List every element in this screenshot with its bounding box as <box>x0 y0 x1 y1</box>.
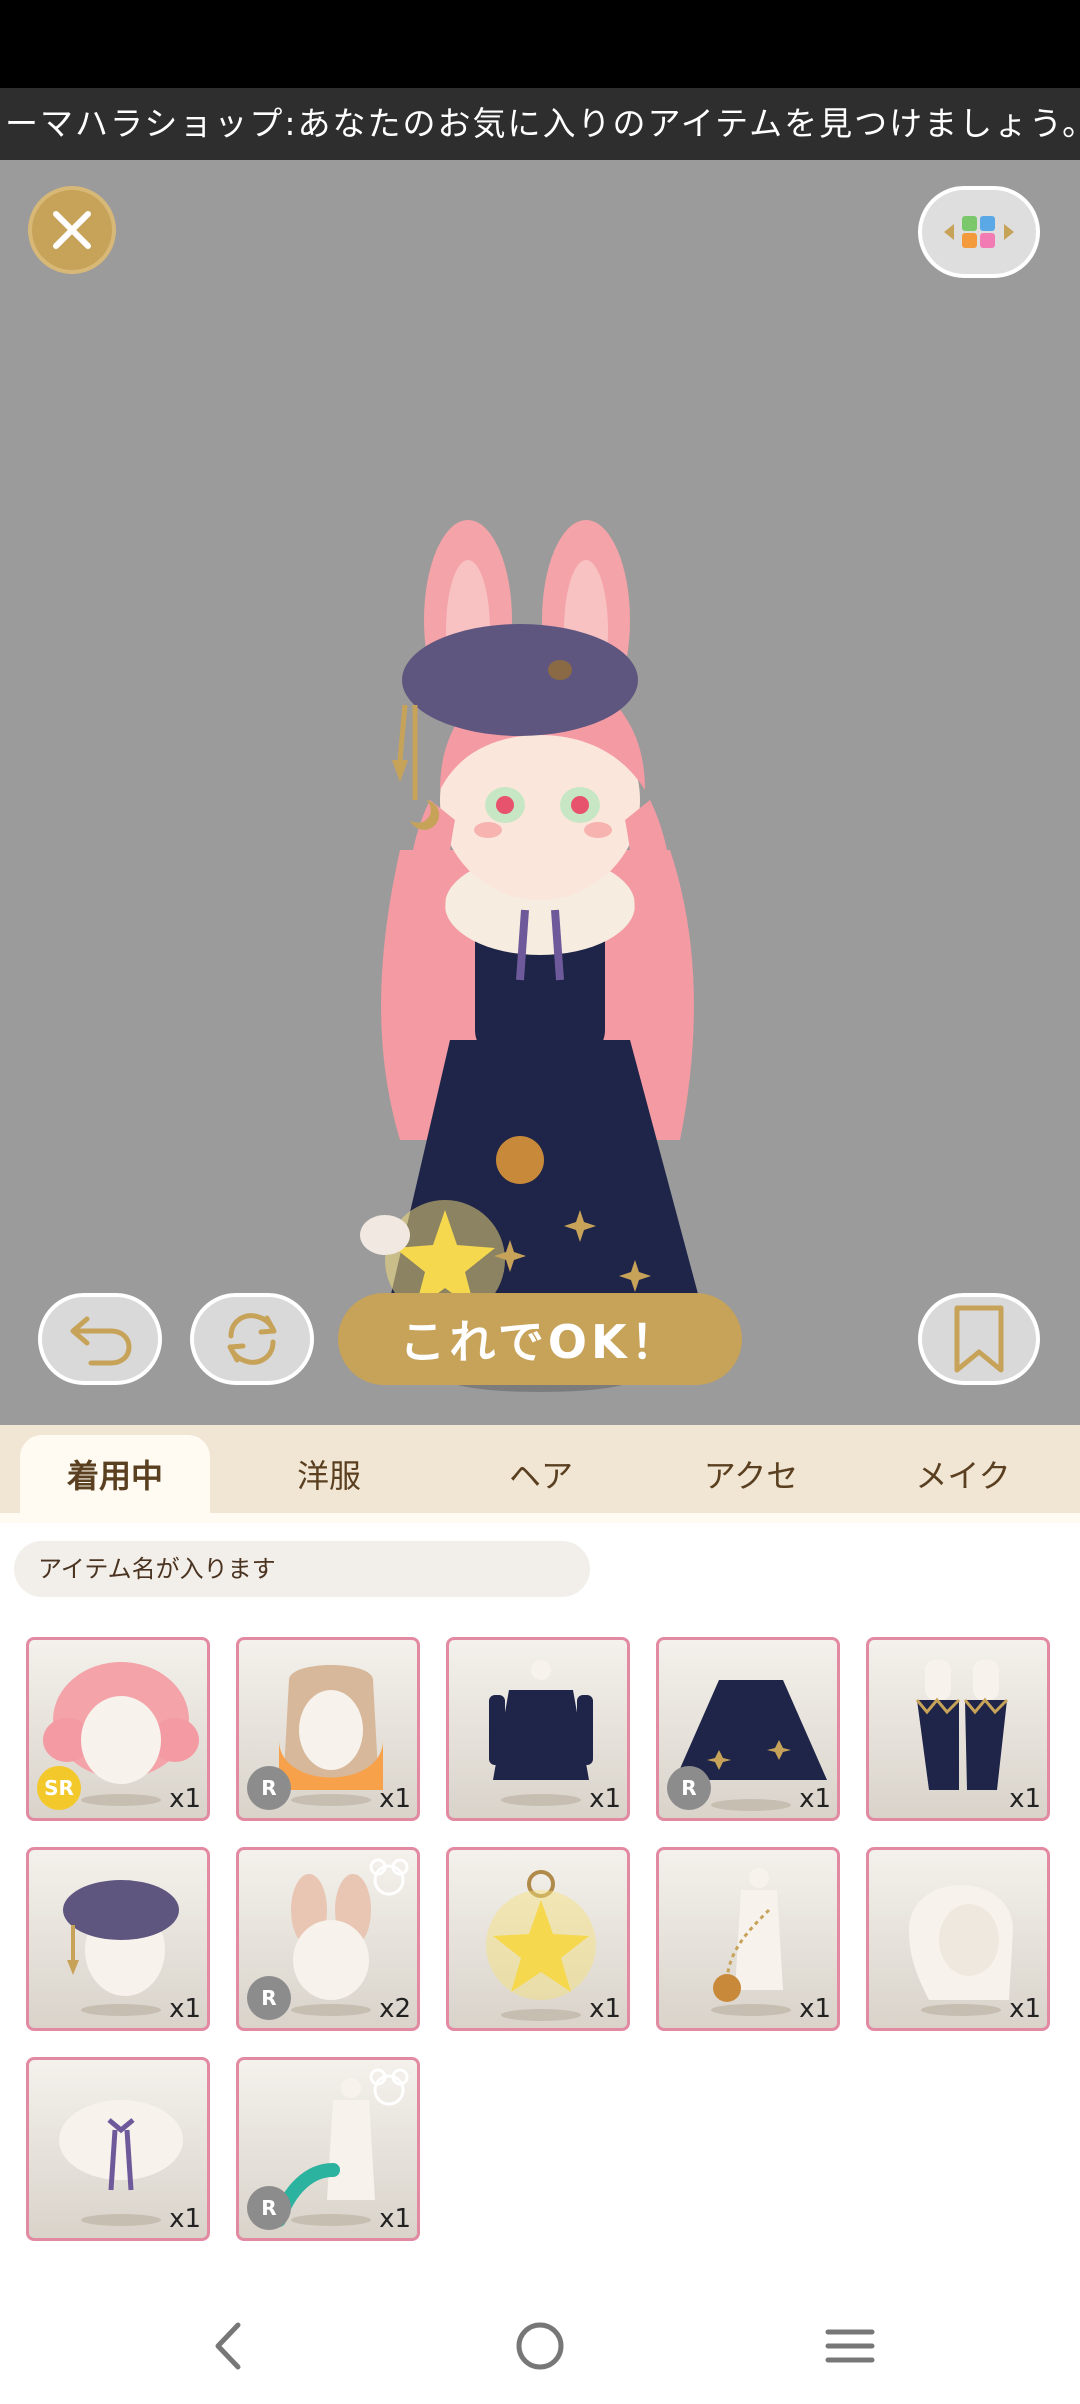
item-quantity: x1 <box>799 1784 831 1814</box>
item-slot-socks[interactable]: x1 <box>866 1637 1050 1821</box>
item-slot-lantern[interactable]: x1 <box>656 1847 840 2031</box>
bookmark-icon <box>954 1305 1004 1373</box>
close-icon <box>53 211 91 249</box>
item-quantity: x1 <box>169 1994 201 2024</box>
background-switch-button[interactable] <box>918 186 1040 278</box>
category-tabs: 着用中 洋服 ヘア アクセ メイク <box>0 1425 1080 1513</box>
undo-button[interactable] <box>38 1293 162 1385</box>
tab-clothes[interactable]: 洋服 <box>234 1435 424 1513</box>
bear-icon <box>369 1858 409 1896</box>
home-icon <box>516 2322 564 2370</box>
item-slot-star-lamp[interactable]: x1 <box>446 1847 630 2031</box>
item-slot-skirt[interactable]: R x1 <box>656 1637 840 1821</box>
item-slot-back-hair[interactable]: R x1 <box>236 1637 420 1821</box>
back-icon <box>215 2322 241 2370</box>
tabs-divider <box>0 1513 1080 1523</box>
item-quantity: x1 <box>589 1994 621 2024</box>
tab-makeup[interactable]: メイク <box>868 1435 1058 1513</box>
palette-icon <box>944 216 1014 248</box>
item-quantity: x1 <box>379 2204 411 2234</box>
item-slot-hair[interactable]: SR x1 <box>26 1637 210 1821</box>
confirm-ok-label: これでOK！ <box>399 1315 681 1369</box>
refresh-icon <box>227 1313 277 1365</box>
item-quantity: x1 <box>379 1784 411 1814</box>
tab-accessories[interactable]: アクセ <box>656 1435 846 1513</box>
item-name-display: アイテム名が入ります <box>14 1541 590 1597</box>
tab-hair[interactable]: ヘア <box>446 1435 636 1513</box>
item-quantity: x1 <box>799 1994 831 2024</box>
reset-button[interactable] <box>190 1293 314 1385</box>
item-quantity: x1 <box>169 1784 201 1814</box>
item-quantity: x2 <box>379 1994 411 2024</box>
item-quantity: x1 <box>589 1784 621 1814</box>
item-quantity: x1 <box>169 2204 201 2234</box>
close-button[interactable] <box>28 186 116 274</box>
item-quantity: x1 <box>1009 1784 1041 1814</box>
item-slot-tail[interactable]: R x1 <box>236 2057 420 2241</box>
nav-menu-button[interactable] <box>810 2311 890 2381</box>
item-slot-top[interactable]: x1 <box>446 1637 630 1821</box>
bookmark-button[interactable] <box>918 1293 1040 1385</box>
item-slot-collar[interactable]: x1 <box>26 2057 210 2241</box>
avatar-stage: これでOK！ <box>0 160 1080 1425</box>
item-panel: アイテム名が入ります SR x1 R x1 x1 R x1 x1 x1 R x2… <box>0 1523 1080 2289</box>
rarity-badge: SR <box>37 1766 81 1810</box>
announcement-ticker: ューマハラショップ:あなたのお気に入りのアイテムを見つけましょう。 <box>0 88 1080 160</box>
tab-wearing[interactable]: 着用中 <box>20 1435 210 1513</box>
rarity-badge: R <box>667 1766 711 1810</box>
item-slot-ears[interactable]: R x2 <box>236 1847 420 2031</box>
confirm-ok-button[interactable]: これでOK！ <box>338 1293 742 1385</box>
menu-icon <box>825 2329 875 2363</box>
item-slot-hairstyle[interactable]: x1 <box>866 1847 1050 2031</box>
rarity-badge: R <box>247 1766 291 1810</box>
nav-back-button[interactable] <box>188 2311 268 2381</box>
undo-icon <box>70 1316 132 1366</box>
item-slot-beret[interactable]: x1 <box>26 1847 210 2031</box>
bear-icon <box>369 2068 409 2106</box>
status-bar <box>0 0 1080 88</box>
avatar-character <box>360 520 705 1392</box>
nav-home-button[interactable] <box>500 2311 580 2381</box>
item-quantity: x1 <box>1009 1994 1041 2024</box>
rarity-badge: R <box>247 1976 291 2020</box>
rarity-badge: R <box>247 2186 291 2230</box>
ticker-text: ューマハラショップ:あなたのお気に入りのアイテムを見つけましょう。 <box>0 104 1080 143</box>
system-navigation-bar <box>0 2289 1080 2404</box>
